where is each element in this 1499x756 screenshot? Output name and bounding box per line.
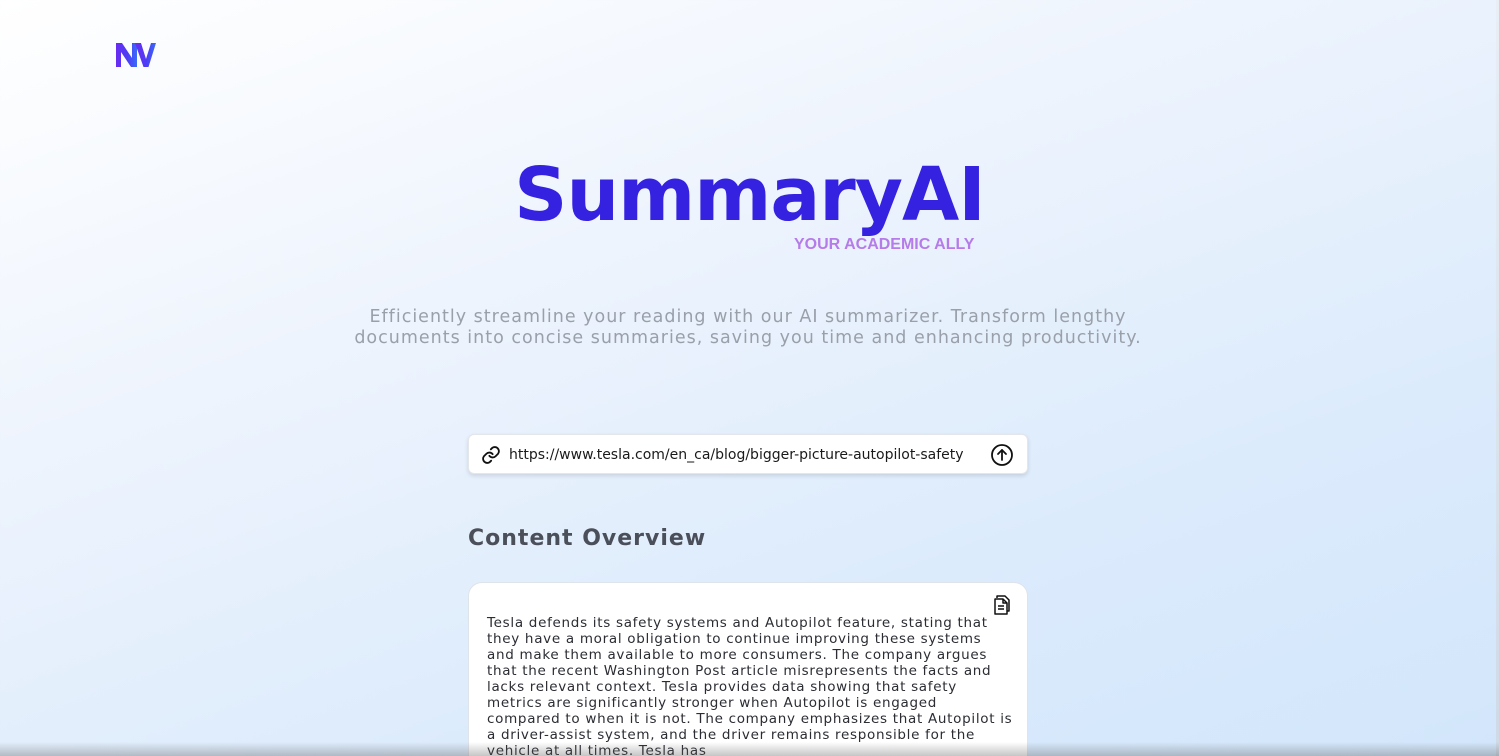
intro-description: Efficiently streamline your reading with… [354, 307, 1142, 348]
brand-header: SummaryAI [0, 152, 1499, 238]
url-form [468, 434, 1028, 474]
bottom-fade [0, 742, 1499, 756]
app-tagline: YOUR ACADEMIC ALLY [794, 236, 975, 253]
app-title: SummaryAI [514, 152, 986, 238]
submit-button[interactable] [989, 443, 1015, 469]
content-overview-title: Content Overview [468, 526, 707, 551]
link-icon [481, 445, 501, 465]
arrow-up-circle-icon [990, 444, 1014, 470]
summary-text: Tesla defends its safety systems and Aut… [487, 615, 1013, 756]
nv-logo-icon[interactable] [115, 40, 157, 70]
url-input[interactable] [509, 443, 979, 467]
summary-card: Tesla defends its safety systems and Aut… [468, 582, 1028, 756]
